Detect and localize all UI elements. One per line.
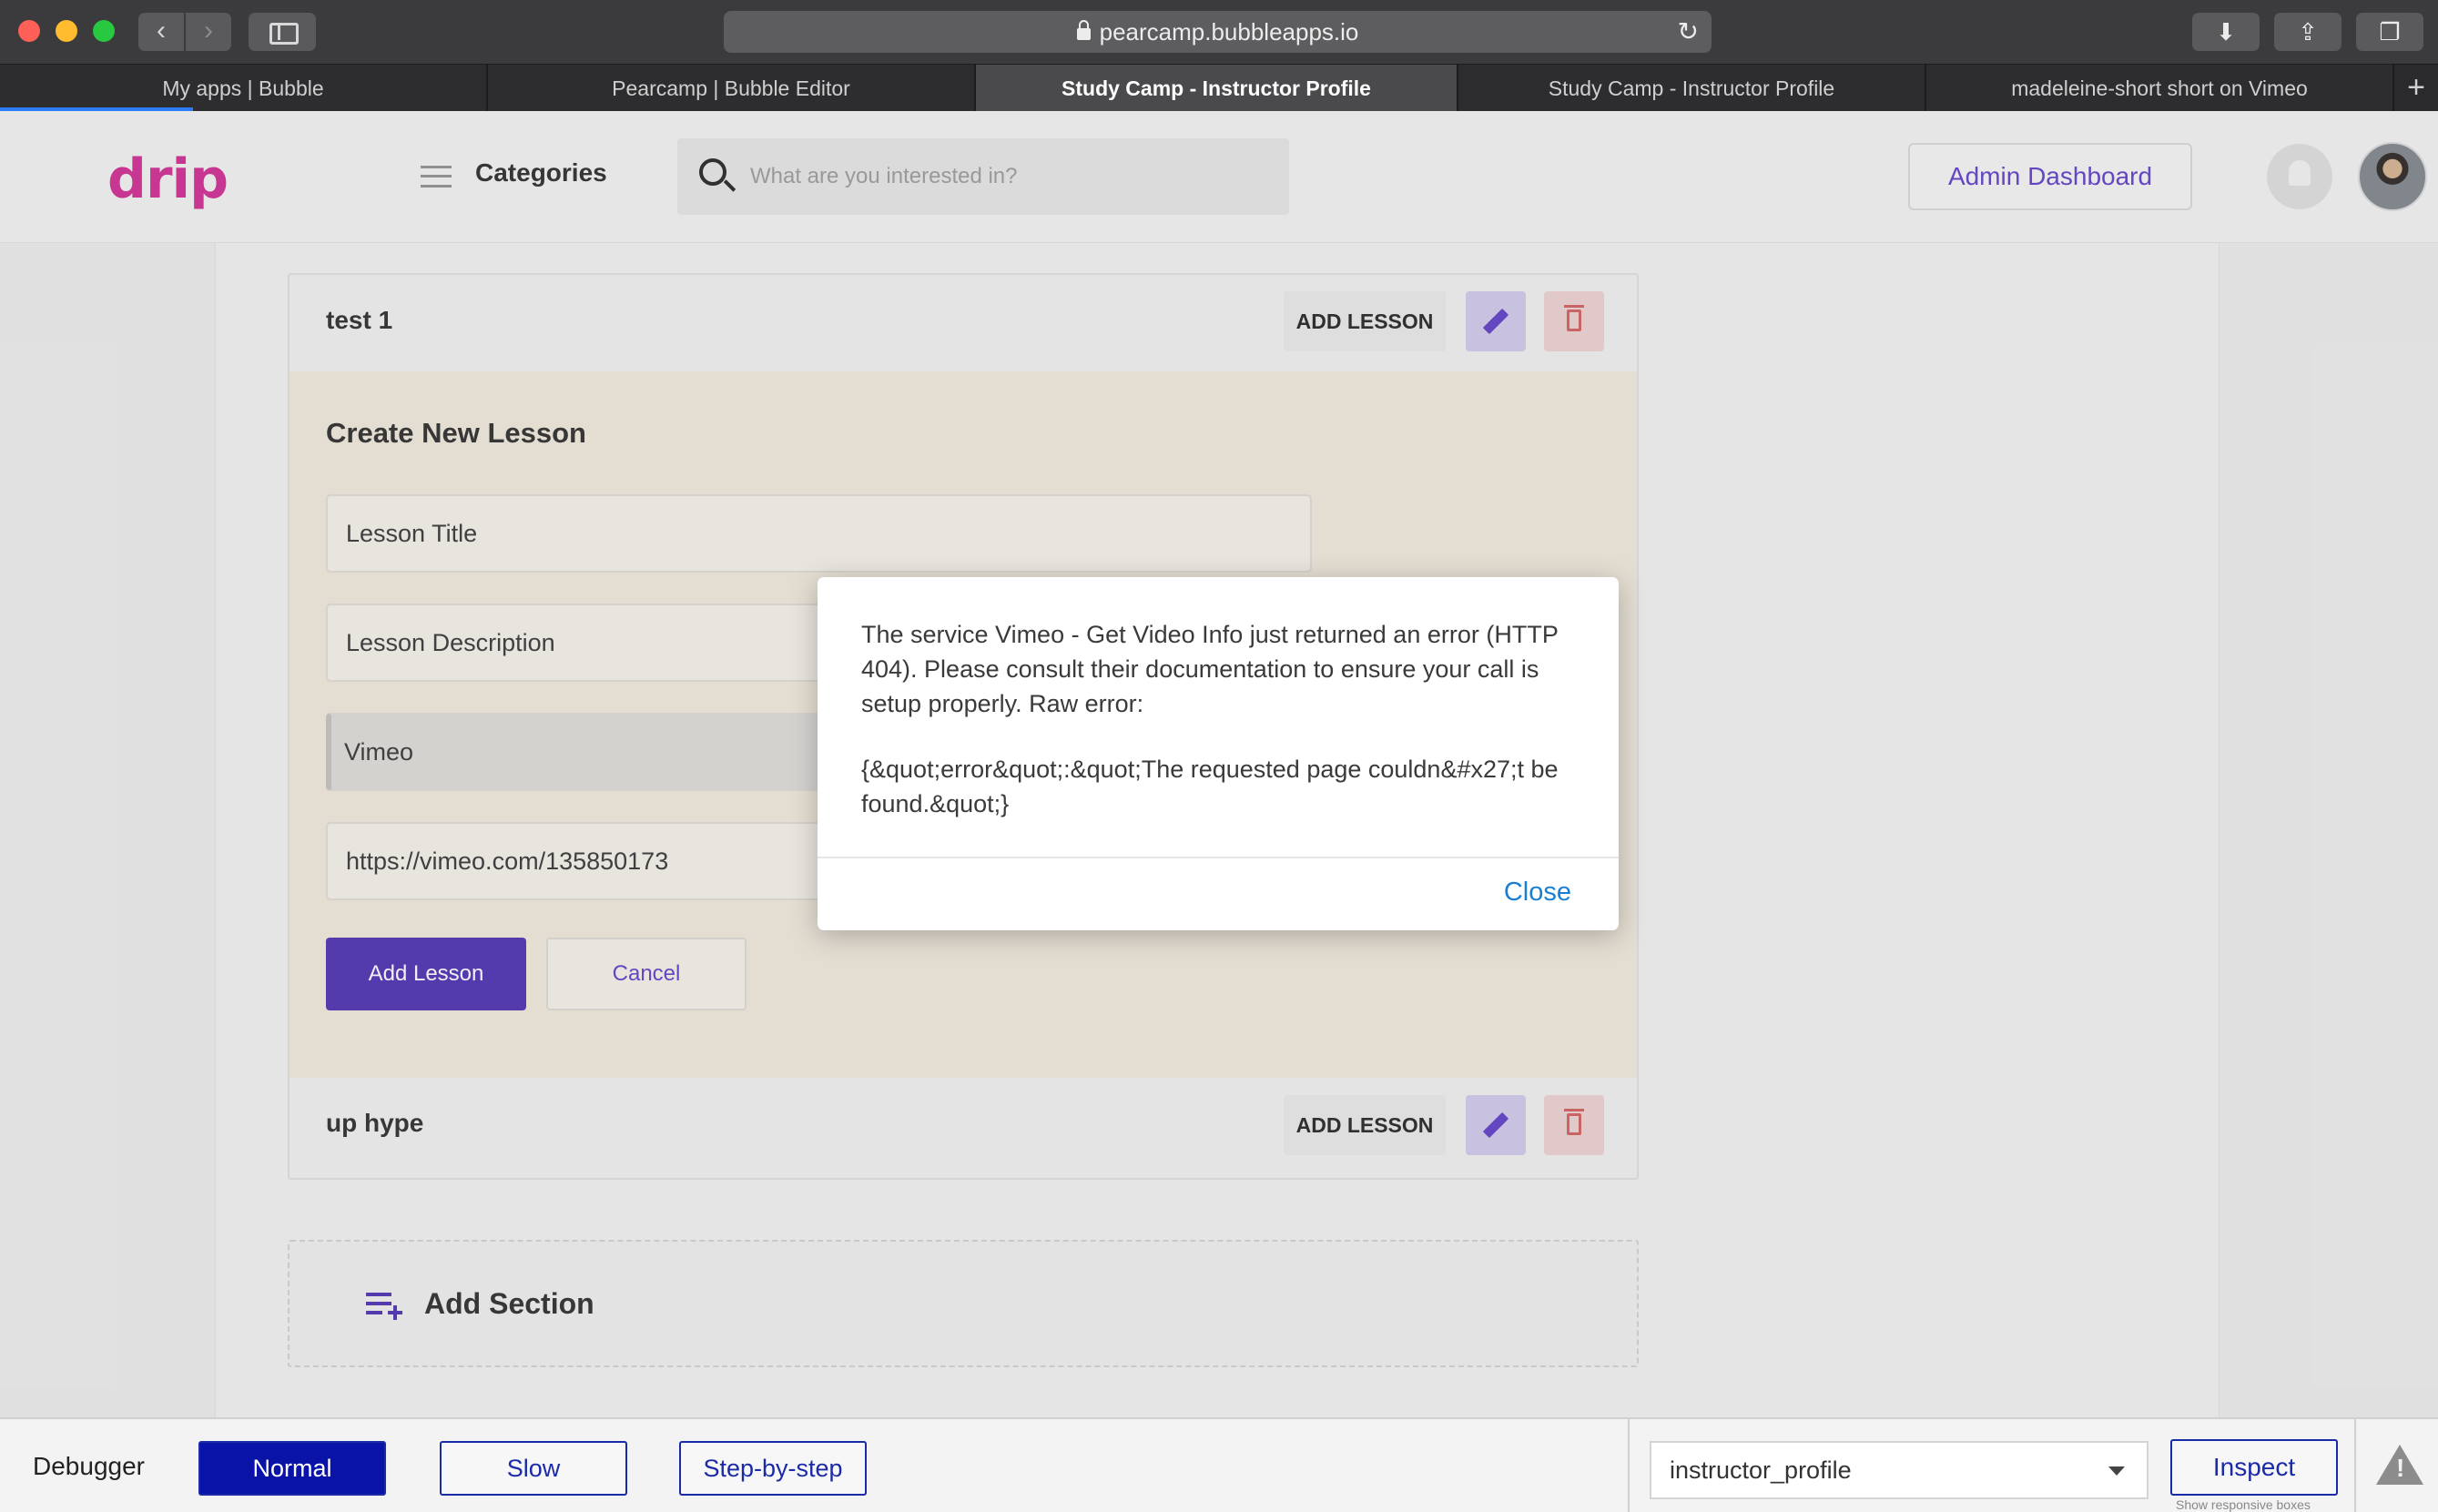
debugger-slow-button[interactable]: Slow [440,1441,627,1496]
debugger-normal-button[interactable]: Normal [198,1441,386,1496]
dialog-divider [818,857,1619,858]
close-window-button[interactable] [18,20,40,42]
close-button[interactable]: Close [1504,878,1571,908]
inspect-button[interactable]: Inspect [2170,1439,2338,1496]
address-bar[interactable]: pearcamp.bubbleapps.io ↻ [724,11,1712,53]
tab-bubble-editor[interactable]: Pearcamp | Bubble Editor [488,65,976,112]
maximize-window-button[interactable] [93,20,115,42]
tab-instructor-profile-active[interactable]: Study Camp - Instructor Profile [976,65,1458,112]
tab-vimeo[interactable]: madeleine-short short on Vimeo [1926,65,2394,112]
reload-icon[interactable]: ↻ [1678,11,1699,53]
chevron-down-icon [2108,1466,2125,1476]
debugger-label: Debugger [33,1452,145,1480]
tabs-overview-icon[interactable]: ❐ [2356,13,2423,51]
lock-icon [1076,20,1091,40]
tab-bar: My apps | Bubble Pearcamp | Bubble Edito… [0,64,2438,112]
debugger-step-button[interactable]: Step-by-step [679,1441,867,1496]
show-responsive-boxes-link[interactable]: Show responsive boxes [2176,1497,2311,1512]
page-element-select[interactable]: instructor_profile [1650,1441,2148,1499]
sidebar-icon[interactable] [249,13,316,51]
minimize-window-button[interactable] [56,20,77,42]
error-message: The service Vimeo - Get Video Info just … [861,621,1559,717]
share-icon[interactable]: ⇪ [2274,13,2341,51]
back-icon[interactable]: ‹ [138,13,184,51]
tab-my-apps[interactable]: My apps | Bubble [0,65,488,112]
warning-icon[interactable] [2376,1445,2423,1485]
error-dialog: The service Vimeo - Get Video Info just … [818,577,1619,930]
raw-error-text: {&quot;error&quot;:&quot;The requested p… [861,756,1559,817]
browser-titlebar: ‹ › pearcamp.bubbleapps.io ↻ ⬇ ⇪ ❐ [0,0,2438,64]
debugger-divider [2354,1419,2356,1512]
url-text: pearcamp.bubbleapps.io [1099,18,1359,46]
tab-instructor-profile[interactable]: Study Camp - Instructor Profile [1458,65,1926,112]
forward-icon[interactable]: › [186,13,231,51]
new-tab-icon[interactable]: + [2394,65,2438,112]
debugger-bar: Debugger Normal Slow Step-by-step instru… [0,1417,2438,1512]
debugger-divider [1628,1419,1630,1512]
download-icon[interactable]: ⬇ [2192,13,2260,51]
